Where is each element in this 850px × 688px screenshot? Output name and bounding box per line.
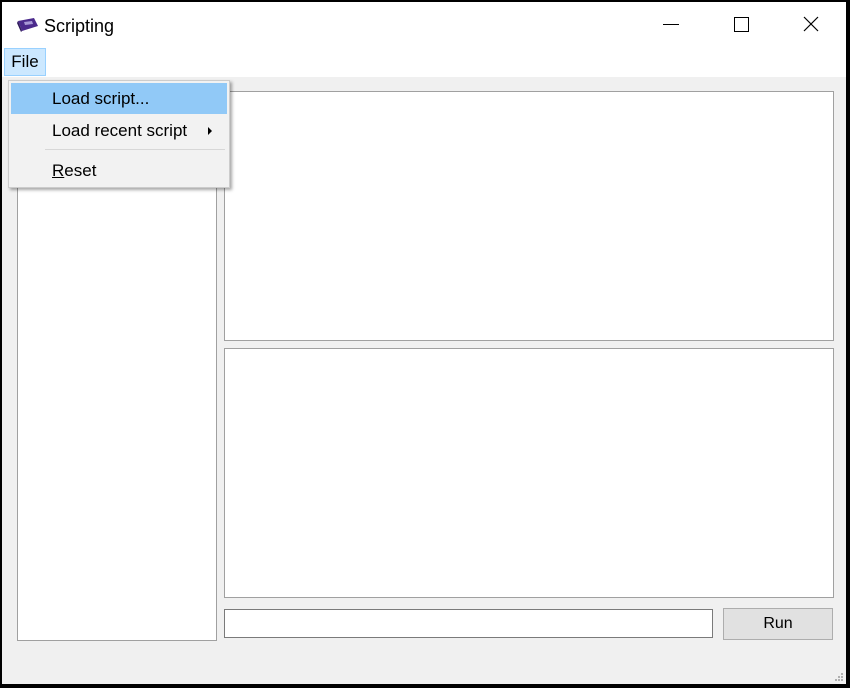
resize-grip-icon[interactable]	[834, 672, 844, 682]
maximize-icon	[734, 17, 749, 32]
file-dropdown-menu: Load script... Load recent script Reset	[8, 80, 230, 188]
output-console[interactable]	[224, 348, 834, 598]
close-button[interactable]	[776, 2, 846, 46]
menu-separator	[45, 149, 225, 150]
command-input[interactable]	[224, 609, 713, 638]
title-bar[interactable]: Scripting	[2, 2, 846, 46]
close-icon	[803, 16, 819, 32]
chevron-right-icon	[208, 127, 212, 135]
file-menu[interactable]: File	[4, 48, 46, 76]
minimize-button[interactable]	[636, 2, 706, 46]
scripting-window: Scripting File Run Load script... Load r…	[2, 2, 846, 684]
maximize-button[interactable]	[706, 2, 776, 46]
menu-item-label: Load script...	[52, 89, 150, 108]
minimize-icon	[663, 24, 679, 25]
menu-bar: File	[2, 46, 846, 77]
menu-item-load-script[interactable]: Load script...	[11, 83, 227, 114]
menu-item-reset[interactable]: Reset	[11, 155, 227, 186]
script-editor[interactable]	[224, 91, 834, 341]
menu-item-label: Reset	[52, 161, 97, 180]
window-title: Scripting	[44, 16, 115, 36]
menu-item-load-recent-script[interactable]: Load recent script	[11, 115, 227, 146]
menu-item-label: Load recent script	[52, 121, 188, 140]
app-logo-icon	[17, 18, 38, 32]
run-button[interactable]: Run	[723, 608, 833, 640]
